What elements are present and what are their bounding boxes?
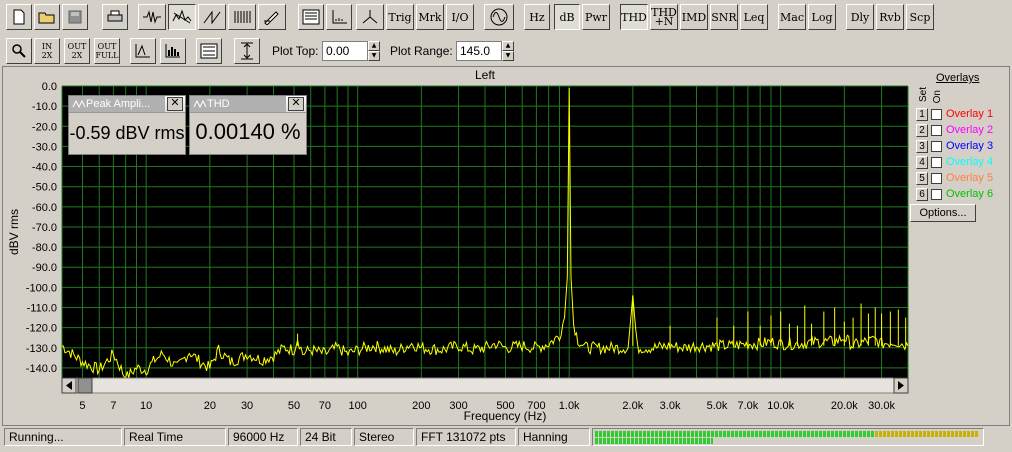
overlay-label: Overlay 6 (946, 188, 994, 200)
y-axis: 0.0 -10.0 -20.0 -30.0 -40.0 -50.0 -60.0 -70.0 -8… (26, 81, 57, 375)
overlay-label: Overlay 1 (946, 108, 994, 120)
peak-window-title: Peak Ampli... (86, 98, 151, 110)
y-tick-label: 0.0 (42, 81, 57, 93)
y-axis-label: dBV rms (7, 209, 21, 255)
x-tick-label: 5 (79, 400, 85, 412)
chart-title: Left (475, 68, 496, 82)
x-tick-label: 2.0k (622, 400, 643, 412)
close-icon[interactable]: ✕ (288, 97, 304, 111)
x-tick-label: 10 (140, 400, 152, 412)
x-tick-label: 10.0k (767, 400, 794, 412)
y-tick-label: -70.0 (32, 222, 57, 234)
y-tick-label: -80.0 (32, 242, 57, 254)
peak-amplitude-value: -0.59 dBV rms (69, 123, 185, 143)
overlay-set-button[interactable]: 3 (916, 139, 928, 153)
status-fft-size: FFT 131072 pts (416, 428, 516, 446)
level-meter-left (595, 431, 979, 437)
x-tick-label: 20 (204, 400, 216, 412)
overlay-row-6[interactable]: 6 Overlay 6 (916, 186, 993, 202)
level-meter (592, 428, 984, 446)
overlay-checkbox[interactable] (931, 156, 942, 168)
y-tick-label: -130.0 (26, 343, 57, 355)
x-tick-label: 20.0k (831, 400, 858, 412)
x-tick-label: 30.0k (868, 400, 895, 412)
x-tick-label: 200 (412, 400, 430, 412)
x-tick-label: 100 (348, 400, 366, 412)
status-bit-depth: 24 Bit (300, 428, 352, 446)
thd-window-title: THD (207, 98, 230, 110)
overlay-label: Overlay 5 (946, 172, 994, 184)
x-tick-label: 7 (110, 400, 116, 412)
status-channels: Stereo (354, 428, 414, 446)
x-tick-label: 5.0k (707, 400, 728, 412)
x-tick-label: 7.0k (738, 400, 759, 412)
x-tick-label: 70 (319, 400, 331, 412)
overlay-set-button[interactable]: 6 (916, 187, 928, 201)
y-tick-label: -120.0 (26, 323, 57, 335)
overlay-row-5[interactable]: 5 Overlay 5 (916, 170, 993, 186)
y-tick-label: -140.0 (26, 363, 57, 375)
overlay-set-button[interactable]: 2 (916, 123, 928, 137)
level-meter-right (595, 438, 713, 444)
status-mode: Real Time (124, 428, 226, 446)
peak-amplitude-window[interactable]: Peak Ampli... ✕ -0.59 dBV rms (68, 95, 186, 155)
overlay-checkbox[interactable] (931, 140, 942, 152)
overlay-label: Overlay 4 (946, 156, 994, 168)
y-tick-label: -50.0 (32, 182, 57, 194)
overlay-on-header: On (932, 90, 943, 104)
overlays-title: Overlays (936, 72, 980, 84)
overlay-row-4[interactable]: 4 Overlay 4 (916, 154, 993, 170)
waveform-icon (72, 99, 86, 109)
waveform-icon (193, 99, 207, 109)
overlay-row-3[interactable]: 3 Overlay 3 (916, 138, 993, 154)
x-tick-label: 1.0k (559, 400, 580, 412)
x-tick-label: 50 (288, 400, 300, 412)
overlay-label: Overlay 3 (946, 140, 994, 152)
y-tick-label: -110.0 (27, 303, 57, 315)
status-state: Running... (4, 428, 122, 446)
thd-window[interactable]: THD ✕ 0.00140 % (189, 95, 307, 155)
overlay-set-header: Set (918, 87, 929, 103)
status-sample-rate: 96000 Hz (228, 428, 298, 446)
y-tick-label: -100.0 (26, 282, 57, 294)
overlay-label: Overlay 2 (946, 124, 994, 136)
overlay-checkbox[interactable] (931, 188, 942, 200)
scroll-thumb[interactable] (77, 377, 93, 394)
status-window: Hanning (518, 428, 590, 446)
overlay-row-1[interactable]: 1 Overlay 1 (916, 106, 993, 122)
overlay-checkbox[interactable] (931, 124, 942, 136)
y-tick-label: -20.0 (32, 121, 57, 133)
overlay-set-button[interactable]: 5 (916, 171, 928, 185)
overlay-set-button[interactable]: 4 (916, 155, 928, 169)
horizontal-scrollbar[interactable] (61, 377, 909, 394)
y-tick-label: -30.0 (32, 141, 57, 153)
overlay-checkbox[interactable] (931, 172, 942, 184)
overlay-checkbox[interactable] (931, 108, 942, 120)
thd-value: 0.00140 % (195, 119, 301, 144)
close-icon[interactable]: ✕ (167, 97, 183, 111)
y-tick-label: -60.0 (32, 202, 57, 214)
y-tick-label: -40.0 (32, 162, 57, 174)
x-tick-label: 3.0k (660, 400, 681, 412)
spectrum-chart[interactable]: Left 0.0 -10.0 -20.0 -30.0 -40.0 -50.0 -60.0 -7… (0, 0, 1012, 452)
options-button[interactable]: Options... (910, 204, 976, 222)
overlay-set-button[interactable]: 1 (916, 107, 928, 121)
x-tick-label: 30 (241, 400, 253, 412)
overlay-row-2[interactable]: 2 Overlay 2 (916, 122, 993, 138)
x-axis-label: Frequency (Hz) (464, 409, 547, 423)
y-tick-label: -10.0 (32, 101, 57, 113)
y-tick-label: -90.0 (32, 262, 57, 274)
